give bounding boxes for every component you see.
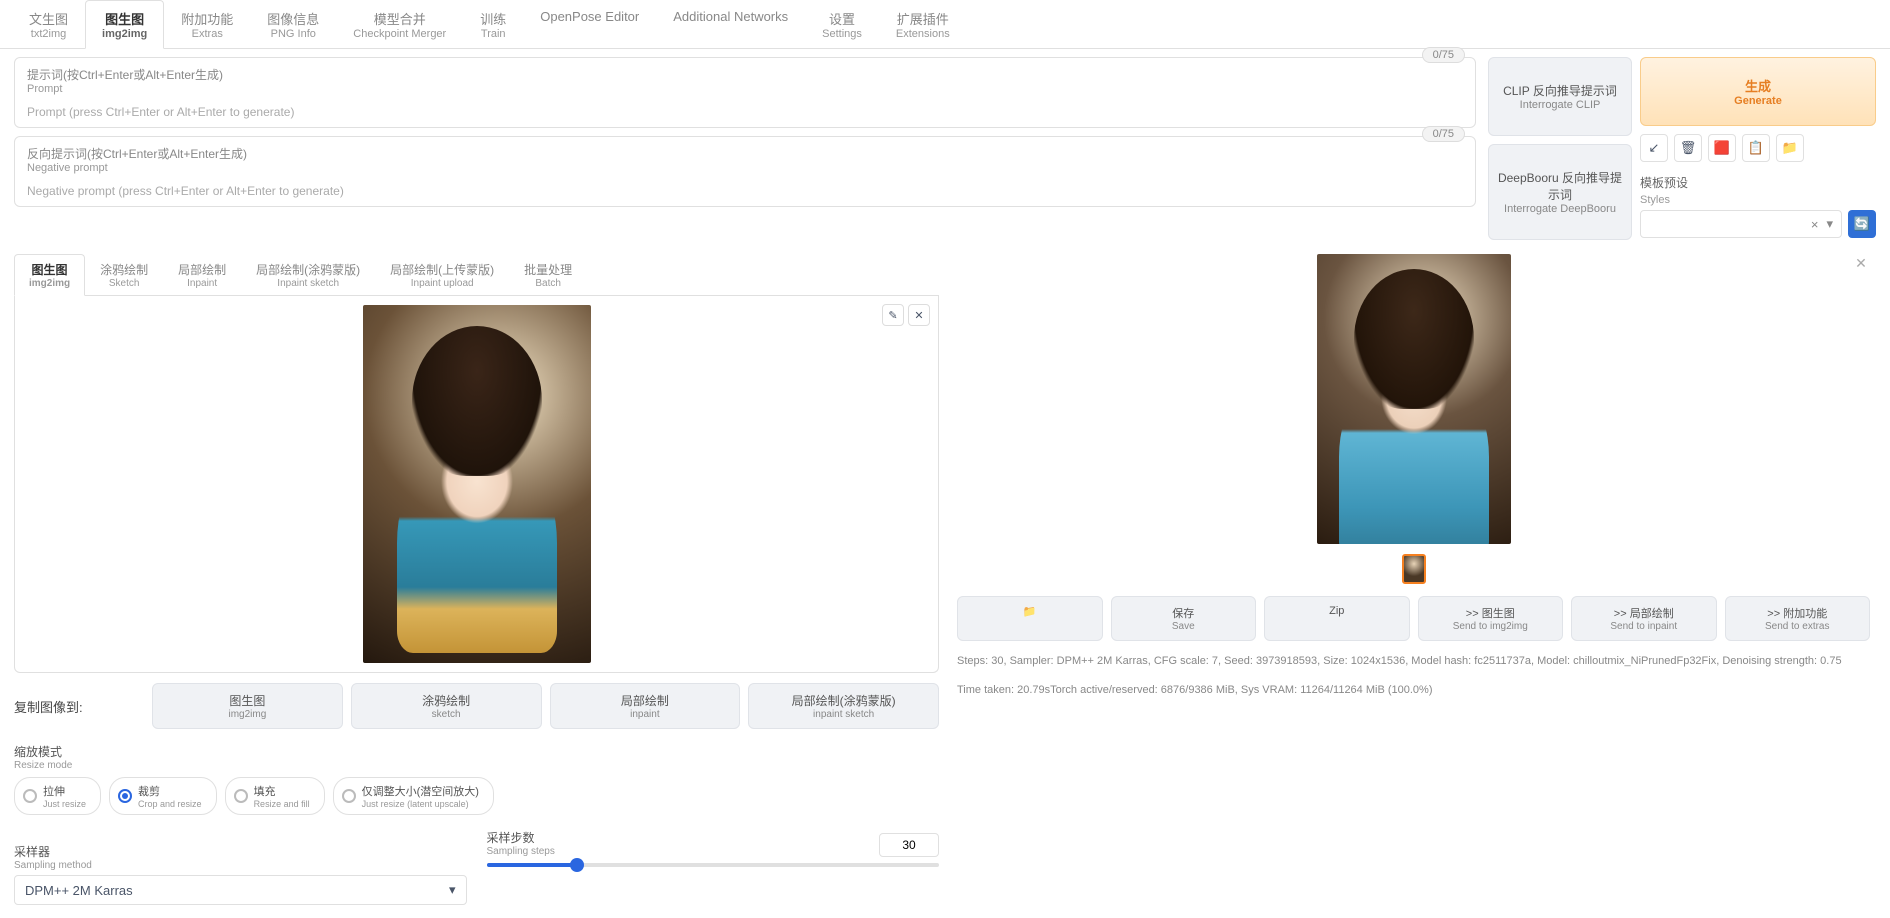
output-gallery[interactable] (957, 254, 1870, 544)
tab-extensions[interactable]: 扩展插件Extensions (879, 0, 967, 49)
prompt-token-count: 0/75 (1422, 47, 1465, 63)
send-to-extras-button[interactable]: >> 附加功能Send to extras (1725, 596, 1871, 641)
close-output-icon[interactable]: ✕ (1852, 254, 1870, 272)
resize-mode-label: 缩放模式Resize mode (14, 743, 939, 771)
tab-addnets[interactable]: Additional Networks (656, 0, 805, 49)
copy-to-inpaint[interactable]: 局部绘制inpaint (550, 683, 741, 729)
resize-fill[interactable]: 填充Resize and fill (225, 777, 325, 815)
open-folder-button[interactable]: 📁 (957, 596, 1103, 641)
clear-icon[interactable]: 🗑 (1674, 134, 1702, 162)
resize-latent[interactable]: 仅调整大小(潜空间放大)Just resize (latent upscale) (333, 777, 494, 815)
send-to-inpaint-button[interactable]: >> 局部绘制Send to inpaint (1571, 596, 1717, 641)
open-folder-icon[interactable]: 📁 (1776, 134, 1804, 162)
styles-select[interactable]: ×▾ (1640, 210, 1842, 238)
tab-train[interactable]: 训练Train (463, 0, 523, 49)
subtab-inpaint[interactable]: 局部绘制Inpaint (163, 254, 241, 296)
paste-icon[interactable]: ↙ (1640, 134, 1668, 162)
tab-settings[interactable]: 设置Settings (805, 0, 879, 49)
neg-token-count: 0/75 (1422, 126, 1465, 142)
subtab-inpaint-upload[interactable]: 局部绘制(上传蒙版)Inpaint upload (375, 254, 509, 296)
extra-networks-icon[interactable]: 🟥 (1708, 134, 1736, 162)
save-button[interactable]: 保存Save (1111, 596, 1257, 641)
input-image (363, 305, 591, 663)
copy-to-img2img[interactable]: 图生图img2img (152, 683, 343, 729)
output-thumbnail[interactable] (1402, 554, 1426, 584)
clipboard-icon[interactable]: 📋 (1742, 134, 1770, 162)
resize-crop[interactable]: 裁剪Crop and resize (109, 777, 217, 815)
sampling-steps-slider[interactable] (487, 863, 940, 867)
prompt-input[interactable]: 0/75 提示词(按Ctrl+Enter或Alt+Enter生成) Prompt… (14, 57, 1476, 128)
subtab-batch[interactable]: 批量处理Batch (509, 254, 587, 296)
tab-img2img[interactable]: 图生图img2img (85, 0, 164, 49)
copy-to-inpaint-sketch[interactable]: 局部绘制(涂鸦蒙版)inpaint sketch (748, 683, 939, 729)
interrogate-deepbooru-button[interactable]: DeepBooru 反向推导提示词Interrogate DeepBooru (1488, 144, 1632, 240)
performance-info: Time taken: 20.79sTorch active/reserved:… (957, 682, 1870, 699)
zip-button[interactable]: Zip (1264, 596, 1410, 641)
generate-button[interactable]: 生成Generate (1640, 57, 1876, 126)
tab-openpose[interactable]: OpenPose Editor (523, 0, 656, 49)
input-image-area[interactable] (23, 304, 930, 664)
subtab-inpaint-sketch[interactable]: 局部绘制(涂鸦蒙版)Inpaint sketch (241, 254, 375, 296)
generation-info: Steps: 30, Sampler: DPM++ 2M Karras, CFG… (957, 653, 1870, 670)
img2img-sub-tabs: 图生图img2img 涂鸦绘制Sketch 局部绘制Inpaint 局部绘制(涂… (14, 254, 939, 296)
subtab-sketch[interactable]: 涂鸦绘制Sketch (85, 254, 163, 296)
sampling-steps-input[interactable] (879, 833, 939, 857)
resize-just-resize[interactable]: 拉伸Just resize (14, 777, 101, 815)
tab-txt2img[interactable]: 文生图txt2img (12, 0, 85, 49)
resize-mode-radios: 拉伸Just resize 裁剪Crop and resize 填充Resize… (14, 777, 939, 815)
interrogate-clip-button[interactable]: CLIP 反向推导提示词Interrogate CLIP (1488, 57, 1632, 136)
sampler-select[interactable]: DPM++ 2M Karras▾ (14, 875, 467, 905)
subtab-img2img[interactable]: 图生图img2img (14, 254, 85, 296)
refresh-styles-button[interactable]: 🔄 (1848, 210, 1876, 238)
tab-pnginfo[interactable]: 图像信息PNG Info (250, 0, 336, 49)
chevron-down-icon: ▾ (449, 882, 456, 898)
negative-prompt-input[interactable]: 0/75 反向提示词(按Ctrl+Enter或Alt+Enter生成) Nega… (14, 136, 1476, 207)
copy-to-sketch[interactable]: 涂鸦绘制sketch (351, 683, 542, 729)
tab-extras[interactable]: 附加功能Extras (164, 0, 250, 49)
copy-to-label: 复制图像到: (14, 697, 144, 716)
send-to-img2img-button[interactable]: >> 图生图Send to img2img (1418, 596, 1564, 641)
output-image (1317, 254, 1511, 544)
tab-ckpt-merger[interactable]: 模型合并Checkpoint Merger (336, 0, 463, 49)
main-tabs: 文生图txt2img 图生图img2img 附加功能Extras 图像信息PNG… (0, 0, 1890, 49)
